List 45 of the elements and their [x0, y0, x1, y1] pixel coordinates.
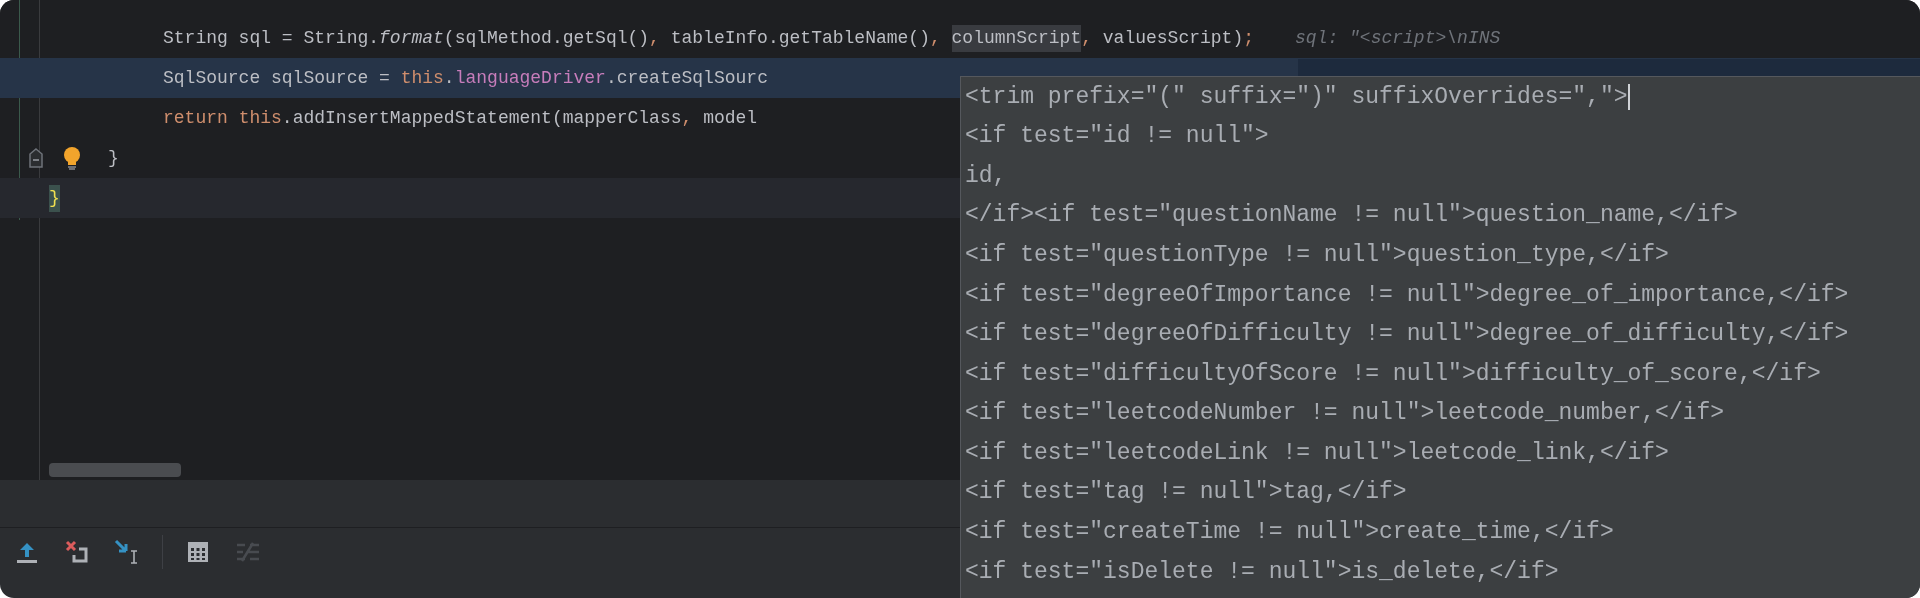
code-text: .createSqlSourc — [605, 66, 768, 90]
code-text: model — [703, 106, 758, 130]
scrollbar-thumb[interactable] — [49, 463, 181, 477]
code-text: . — [443, 66, 455, 90]
code-text: , — [929, 26, 942, 50]
remove-icon — [65, 540, 89, 564]
lines-icon — [236, 541, 260, 563]
code-text: SqlSource sqlSource = — [163, 66, 391, 90]
code-text: , — [649, 26, 661, 50]
popup-text: <if test="degreeOfImportance != null">degree_of_importance,</if> — [965, 280, 1849, 310]
popup-text: <if test="tag != null">tag,</if> — [965, 478, 1407, 508]
code-text: this — [238, 106, 282, 130]
popup-text: <if test="degreeOfDifficulty != null">degree_of_difficulty,</if> — [965, 320, 1849, 350]
inline-hint: sql: "<script>\nINS — [1295, 26, 1501, 50]
code-text: this — [400, 66, 444, 90]
code-text: } — [49, 184, 60, 212]
code-text: languageDriver — [454, 66, 606, 90]
code-text: String sql = String. — [163, 26, 380, 50]
popup-text: <if test="questionType != null">question_type,</if> — [965, 240, 1669, 270]
popup-text: <if test="createTime != null">create_time,</if> — [965, 518, 1614, 548]
popup-text: <if test="leetcodeLink != null">leetcode_link,</if> — [965, 438, 1669, 468]
code-text: format — [379, 26, 444, 50]
table-icon — [187, 541, 209, 563]
popup-text: <if test="id != null"> — [965, 122, 1269, 152]
code-text: } — [108, 146, 119, 170]
code-text: tableInfo.getTableName() — [670, 26, 930, 50]
fold-icon[interactable] — [29, 148, 43, 168]
code-text: columnScript — [951, 24, 1082, 52]
popup-text: <trim prefix="(" suffix=")" suffixOverrides=","> — [965, 82, 1628, 112]
code-text: (sqlMethod.getSql() — [443, 26, 650, 50]
lightbulb-icon[interactable] — [62, 146, 82, 170]
code-text: ; — [1243, 26, 1255, 50]
code-text: , — [1081, 26, 1093, 50]
text-cursor — [1627, 83, 1630, 110]
code-text: valuesScript) — [1102, 26, 1244, 50]
insert-icon — [114, 539, 140, 565]
popup-text: <if test="isDelete != null">is_delete,</if> — [965, 557, 1559, 587]
popup-text: <if test="difficultyOfScore != null">difficulty_of_score,</if> — [965, 359, 1821, 389]
popup-text: <if test="leetcodeNumber != null">leetcode_number,</if> — [965, 399, 1725, 429]
code-text: return — [163, 106, 229, 130]
popup-text: id, — [965, 161, 1007, 191]
code-text: , — [681, 106, 694, 130]
upload-icon — [15, 540, 39, 564]
popup-text: </if><if test="questionName != null">question_name,</if> — [965, 201, 1738, 231]
code-text: .addInsertMappedStatement(mapperClass — [281, 106, 682, 130]
